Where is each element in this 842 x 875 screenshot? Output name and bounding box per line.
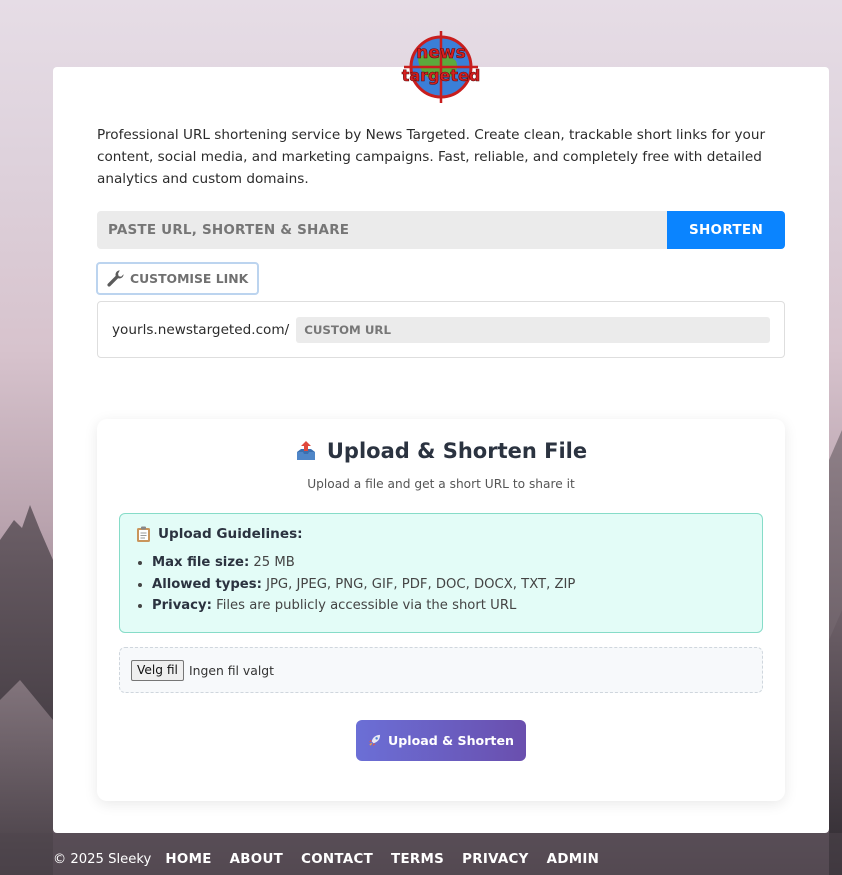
guidelines-list: Max file size: 25 MB Allowed types: JPG,…	[136, 552, 746, 617]
wrench-icon	[107, 270, 124, 287]
guideline-label: Privacy:	[152, 598, 212, 613]
guideline-value: JPG, JPEG, PNG, GIF, PDF, DOC, DOCX, TXT…	[266, 576, 576, 592]
intro-text: Professional URL shortening service by N…	[97, 127, 766, 187]
footer-link-home[interactable]: HOME	[165, 852, 211, 867]
guideline-value: 25 MB	[253, 555, 295, 570]
footer: © 2025 Sleeky HOME ABOUT CONTACT TERMS P…	[53, 849, 599, 869]
upload-subtitle: Upload a file and get a short URL to sha…	[307, 477, 575, 491]
file-input-area: Velg fil Ingen fil valgt	[119, 647, 763, 693]
choose-file-button[interactable]: Velg fil	[131, 659, 184, 681]
footer-link-privacy[interactable]: PRIVACY	[462, 852, 529, 867]
guideline-label: Allowed types:	[152, 576, 262, 592]
guideline-item: Privacy: Files are publicly accessible v…	[152, 595, 746, 617]
logo-text-bottom: targeted	[402, 66, 481, 85]
guideline-item: Max file size: 25 MB	[152, 552, 746, 574]
upload-title: Upload & Shorten File	[97, 439, 785, 463]
shorten-button[interactable]: SHORTEN	[667, 211, 785, 249]
footer-link-admin[interactable]: ADMIN	[547, 852, 600, 867]
copyright: © 2025 Sleeky	[53, 851, 152, 867]
upload-shorten-button[interactable]: Upload & Shorten	[356, 720, 526, 761]
guidelines-heading: Upload Guidelines:	[136, 526, 746, 542]
outbox-tray-icon	[296, 441, 315, 460]
upload-shorten-label: Upload & Shorten	[388, 733, 514, 748]
customise-link-button[interactable]: CUSTOMISE LINK	[96, 262, 260, 295]
upload-card: Upload & Shorten File Upload a file and …	[97, 419, 785, 801]
url-input[interactable]	[97, 211, 667, 249]
guideline-value: Files are publicly accessible via the sh…	[216, 598, 517, 613]
upload-title-text: Upload & Shorten File	[326, 439, 588, 463]
custom-url-input[interactable]	[296, 316, 770, 343]
clipboard-icon	[137, 526, 150, 542]
guideline-item: Allowed types: JPG, JPEG, PNG, GIF, PDF,…	[152, 574, 746, 596]
rocket-icon	[368, 734, 381, 747]
customise-link-label: CUSTOMISE LINK	[130, 271, 249, 286]
guidelines-title: Upload Guidelines:	[158, 526, 303, 542]
logo-text-top: news	[416, 43, 465, 63]
footer-link-contact[interactable]: CONTACT	[301, 852, 373, 867]
custom-url-prefix: yourls.newstargeted.com/	[112, 321, 290, 338]
upload-guidelines: Upload Guidelines: Max file size: 25 MB …	[119, 513, 763, 633]
shorten-form: SHORTEN	[97, 211, 785, 249]
footer-link-about[interactable]: ABOUT	[230, 852, 283, 867]
file-status: Ingen fil valgt	[188, 662, 275, 678]
custom-url-box: yourls.newstargeted.com/	[97, 301, 785, 358]
footer-link-terms[interactable]: TERMS	[391, 852, 444, 867]
main-card: news targeted Professional URL shortenin…	[53, 31, 829, 833]
news-targeted-logo[interactable]: news targeted	[398, 31, 484, 103]
guideline-label: Max file size:	[152, 555, 250, 570]
